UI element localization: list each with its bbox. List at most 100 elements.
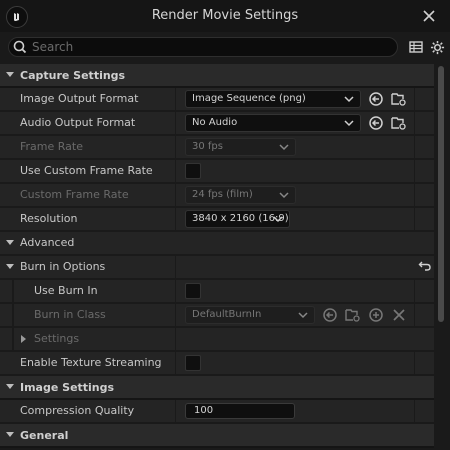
column-divider: [175, 304, 176, 326]
property-row-compression-quality: Compression Quality 100: [0, 400, 434, 424]
use-burn-in-checkbox[interactable]: [185, 283, 201, 299]
group-settings[interactable]: Settings: [0, 328, 434, 352]
property-row-resolution: Resolution 3840 x 2160 (16:9): [0, 208, 434, 232]
group-label: Advanced: [20, 236, 75, 249]
clear-icon[interactable]: [391, 307, 407, 323]
search-icon: [13, 40, 27, 54]
use-custom-frame-rate-checkbox[interactable]: [185, 163, 201, 179]
use-selected-icon[interactable]: [322, 307, 338, 323]
toolbar: [0, 32, 450, 62]
chevron-down-icon: [279, 144, 289, 151]
custom-frame-rate-dropdown[interactable]: 24 fps (film): [185, 186, 296, 204]
search-box[interactable]: [8, 37, 398, 57]
chevron-right-icon: [21, 335, 26, 343]
scrollbar[interactable]: [436, 64, 446, 450]
chevron-down-icon: [344, 120, 354, 127]
chevron-down-icon: [6, 264, 14, 269]
table-view-icon[interactable]: [409, 40, 423, 54]
details-panel: Capture Settings Image Output Format Ima…: [0, 64, 434, 450]
column-divider: [414, 352, 415, 374]
window-title: Render Movie Settings: [151, 8, 299, 23]
property-row-audio-output-format: Audio Output Format No Audio: [0, 112, 434, 136]
category-general[interactable]: General: [0, 424, 434, 448]
group-label: Settings: [34, 332, 80, 345]
chevron-down-icon: [273, 216, 283, 223]
column-divider: [175, 184, 176, 206]
category-label: General: [20, 428, 69, 442]
browse-folder-icon[interactable]: [391, 115, 407, 131]
search-input[interactable]: [32, 39, 382, 55]
close-icon: [423, 10, 435, 22]
category-capture-settings[interactable]: Capture Settings: [0, 64, 434, 88]
gear-icon[interactable]: [430, 40, 445, 55]
dropdown-value: DefaultBurnIn: [192, 309, 262, 320]
property-row-frame-rate: Frame Rate 30 fps: [0, 136, 434, 160]
indent-guide: [12, 280, 14, 302]
column-divider: [414, 88, 415, 110]
compression-quality-input[interactable]: 100: [185, 403, 295, 419]
use-selected-icon[interactable]: [368, 91, 384, 107]
chevron-down-icon: [6, 72, 14, 77]
burn-in-class-dropdown[interactable]: DefaultBurnIn: [185, 306, 315, 324]
column-divider: [414, 304, 415, 326]
group-label: Burn in Options: [20, 260, 106, 273]
image-output-format-dropdown[interactable]: Image Sequence (png): [185, 90, 361, 108]
property-label: Burn in Class: [34, 308, 106, 321]
column-divider: [414, 136, 415, 158]
frame-rate-dropdown[interactable]: 30 fps: [185, 138, 296, 156]
column-divider: [175, 256, 176, 278]
column-divider: [175, 208, 176, 230]
dropdown-value: Image Sequence (png): [192, 93, 306, 104]
indent-guide: [12, 304, 14, 326]
dropdown-value: 30 fps: [192, 141, 223, 152]
group-burn-in-options[interactable]: Burn in Options: [0, 256, 434, 280]
property-label: Resolution: [20, 212, 78, 225]
category-label: Capture Settings: [20, 68, 126, 82]
enable-texture-streaming-checkbox[interactable]: [185, 355, 201, 371]
column-divider: [175, 136, 176, 158]
column-divider: [414, 400, 415, 422]
column-divider: [175, 88, 176, 110]
category-label: Image Settings: [20, 380, 115, 394]
add-icon[interactable]: [368, 307, 384, 323]
column-divider: [414, 112, 415, 134]
property-row-custom-frame-rate: Custom Frame Rate 24 fps (film): [0, 184, 434, 208]
chevron-down-icon: [6, 432, 14, 437]
column-divider: [414, 208, 415, 230]
property-row-use-custom-frame-rate: Use Custom Frame Rate: [0, 160, 434, 184]
chevron-down-icon: [298, 312, 308, 319]
title-bar[interactable]: Render Movie Settings: [0, 0, 450, 32]
dropdown-value: 24 fps (film): [192, 189, 253, 200]
property-label: Use Burn In: [34, 284, 98, 297]
column-divider: [175, 328, 176, 350]
browse-folder-icon[interactable]: [345, 307, 361, 323]
render-movie-settings-window: Render Movie Settings Capt: [0, 0, 450, 450]
column-divider: [175, 280, 176, 302]
property-label: Compression Quality: [20, 404, 135, 417]
column-divider: [175, 160, 176, 182]
scrollbar-thumb[interactable]: [438, 66, 444, 322]
browse-folder-icon[interactable]: [391, 91, 407, 107]
column-divider: [414, 160, 415, 182]
property-label: Audio Output Format: [20, 116, 136, 129]
column-divider: [414, 280, 415, 302]
property-label: Use Custom Frame Rate: [20, 164, 153, 177]
chevron-down-icon: [279, 192, 289, 199]
close-button[interactable]: [416, 3, 442, 29]
category-image-settings[interactable]: Image Settings: [0, 376, 434, 400]
resolution-dropdown[interactable]: 3840 x 2160 (16:9): [185, 210, 290, 228]
use-selected-icon[interactable]: [368, 115, 384, 131]
reset-to-default-icon[interactable]: [418, 259, 432, 273]
property-row-image-output-format: Image Output Format Image Sequence (png): [0, 88, 434, 112]
column-divider: [175, 112, 176, 134]
dropdown-value: No Audio: [192, 117, 238, 128]
property-label: Frame Rate: [20, 140, 83, 153]
chevron-down-icon: [6, 240, 14, 245]
column-divider: [414, 184, 415, 206]
property-row-use-burn-in: Use Burn In: [0, 280, 434, 304]
property-label: Enable Texture Streaming: [20, 356, 162, 369]
audio-output-format-dropdown[interactable]: No Audio: [185, 114, 361, 132]
property-label: Custom Frame Rate: [20, 188, 129, 201]
group-advanced[interactable]: Advanced: [0, 232, 434, 256]
property-row-enable-texture-streaming: Enable Texture Streaming: [0, 352, 434, 376]
